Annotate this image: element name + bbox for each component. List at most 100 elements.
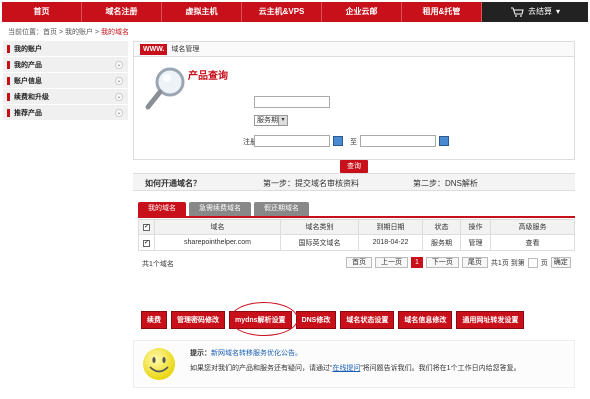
page-unit-label: 页 [540,259,548,267]
checkout-button[interactable]: 去结算 ▾ [482,2,588,22]
sidebar-item-label: 我的产品 [14,61,42,69]
breadcrumb-home[interactable]: 首页 [43,29,57,36]
checkout-label: 去结算 [527,7,552,16]
tab-underline [138,216,575,218]
breadcrumb-sep: > [57,29,65,36]
chevron-down-icon: ▾ [278,116,287,125]
product-query-form: 产品查询 域名： 状态： 服务期 ▾ 注册日期： 至 查询 [133,57,575,173]
next-page-button[interactable]: 下一页 [425,257,459,268]
sidebar-item-my-account[interactable]: 我的账户 [3,41,128,57]
row-manage-link[interactable]: 管理 [460,234,491,251]
first-page-button[interactable]: 首页 [346,257,372,268]
total-pages-label: 共1页 到第 [490,259,525,267]
magnifier-icon [145,67,185,110]
chevron-down-icon[interactable]: ⌄ [115,109,123,117]
highlight-oval [230,302,298,336]
tip-line-2: 如果您对我们的产品和服务还有疑问，请通过“在线提问”将问题告诉我们。我们将在1个… [190,363,521,373]
sidebar-item-label: 续费和升级 [14,93,49,101]
cart-icon [510,7,524,17]
change-password-button[interactable]: 管理密码修改 [171,311,225,329]
col-domain: 域名 [154,219,281,235]
nav-home[interactable]: 首页 [2,2,82,22]
howto-step1: 第一步：提交域名审核资料 [263,179,359,188]
chevron-down-icon[interactable]: ⌄ [115,77,123,85]
url-forward-button[interactable]: 通用网址转发设置 [456,311,525,329]
row-view-link[interactable]: 查看 [490,234,575,251]
regdate-end-input[interactable] [360,135,436,147]
tip-label: 提示： [190,350,211,357]
chevron-down-icon[interactable]: ⌄ [115,61,123,69]
row-domain: sharepointhelper.com [154,234,281,251]
col-type: 域名类别 [280,219,359,235]
sidebar-item-label: 我的账户 [14,45,42,53]
calendar-icon[interactable] [439,136,449,146]
current-page[interactable]: 1 [411,257,423,268]
col-action: 操作 [460,219,491,235]
sidebar-item-account-info[interactable]: 账户信息 ⌄ [3,73,128,89]
page-number-input[interactable] [527,257,538,268]
table-row: ✓ sharepointhelper.com 国际英文域名 2018-04-22… [138,234,575,251]
calendar-icon[interactable] [333,136,343,146]
breadcrumb-account[interactable]: 我的账户 [65,29,93,36]
tab-grace-period[interactable]: 假还期域名 [254,202,309,216]
domain-info-button[interactable]: 域名信息修改 [398,311,453,329]
domain-management-panel: WWW. 域名管理 产品查询 域名： 状态： 服务期 ▾ 注册日期： 至 查询 [133,41,575,173]
notice-link[interactable]: 新网域名转移服务优化公告。 [211,350,302,357]
col-expires: 到期日期 [358,219,423,235]
breadcrumb-sep: > [92,29,101,36]
nav-rental-hosting[interactable]: 租用&托管 [402,2,482,22]
nav-domain-register[interactable]: 域名注册 [82,2,162,22]
www-badge: WWW. [140,43,168,55]
tip-line-1: 提示：新网域名转移服务优化公告。 [190,348,302,358]
row-status: 服务期 [422,234,461,251]
breadcrumb-prefix: 当前位置： [8,29,43,36]
col-advanced: 高级服务 [490,219,575,235]
renew-button[interactable]: 续费 [141,311,167,329]
tab-my-domains[interactable]: 我的域名 [138,202,186,216]
sidebar-item-recommended[interactable]: 推荐产品 ⌄ [3,105,128,121]
howto-question: 如何开通域名？ [145,179,201,188]
pagination: 首页 上一页 1 下一页 尾页 共1页 到第 页 确定 [346,257,571,268]
howto-step2: 第二步：DNS解析 [413,179,478,188]
table-header-row: ✓ 域名 域名类别 到期日期 状态 操作 高级服务 [138,219,575,235]
select-all-checkbox[interactable]: ✓ [143,224,150,231]
domain-input[interactable] [254,96,330,108]
product-query-title: 产品查询 [188,71,228,82]
query-button[interactable]: 查询 [340,160,368,173]
marker-icon [7,76,10,85]
tip-text-before: 如果您对我们的产品和服务还有疑问，请通过“ [190,365,333,372]
select-all-cell: ✓ [138,219,155,235]
sidebar-item-renew-upgrade[interactable]: 续费和升级 ⌄ [3,89,128,105]
sidebar: 我的账户 我的产品 ⌄ 账户信息 ⌄ 续费和升级 ⌄ 推荐产品 ⌄ [3,41,128,121]
row-type: 国际英文域名 [280,234,359,251]
tip-text-after: ”将问题告诉我们。我们将在1个工作日内给您答复。 [360,365,521,372]
prev-page-button[interactable]: 上一页 [375,257,408,268]
chevron-down-icon: ▾ [555,7,560,16]
col-status: 状态 [422,219,461,235]
nav-enterprise-mail[interactable]: 企业云邮 [322,2,402,22]
regdate-start-input[interactable] [254,135,330,147]
sidebar-item-my-products[interactable]: 我的产品 ⌄ [3,57,128,73]
marker-icon [7,92,10,101]
online-question-link[interactable]: 在线提问 [332,365,360,372]
nav-virtual-host[interactable]: 虚拟主机 [162,2,242,22]
tab-bar: 我的域名 急需续费域名 假还期域名 [138,202,309,216]
top-nav: 首页 域名注册 虚拟主机 云主机&VPS 企业云邮 租用&托管 去结算 ▾ [2,2,588,22]
domain-count: 共1个域名 [142,261,174,268]
row-checkbox-cell: ✓ [138,234,155,251]
sidebar-item-label: 账户信息 [14,77,42,85]
status-select[interactable]: 服务期 ▾ [254,115,288,126]
panel-header: WWW. 域名管理 [133,41,575,57]
dns-modify-button[interactable]: DNS修改 [295,311,337,329]
last-page-button[interactable]: 尾页 [461,257,488,268]
go-button[interactable]: 确定 [550,257,571,268]
chevron-down-icon[interactable]: ⌄ [115,93,123,101]
action-buttons: 续费 管理密码修改 mydns解析设置 DNS修改 域名状态设置 域名信息修改 … [141,311,525,329]
tab-urgent-renew[interactable]: 急需续费域名 [189,202,251,216]
nav-cloud-vps[interactable]: 云主机&VPS [242,2,322,22]
breadcrumb: 当前位置：首页 > 我的账户 > 我的域名 [8,27,129,37]
domain-status-button[interactable]: 域名状态设置 [340,311,395,329]
row-checkbox[interactable]: ✓ [143,239,150,247]
panel-title: 域名管理 [171,46,200,53]
breadcrumb-current: 我的域名 [100,29,129,36]
